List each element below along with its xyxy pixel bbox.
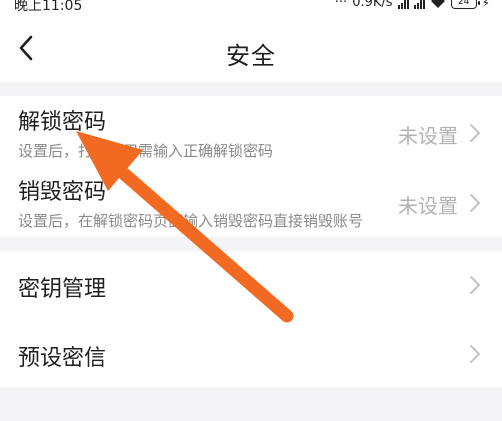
wifi-icon bbox=[430, 0, 445, 8]
destroy-password-description: 设置后，在解锁密码页面输入销毁密码直接销毁账号 bbox=[18, 212, 364, 230]
key-settings-card: 密钥管理 预设密信 bbox=[0, 251, 502, 387]
status-time: 晚上11:05 bbox=[14, 0, 83, 14]
destroy-password-row[interactable]: 销毁密码 设置后，在解锁密码页面输入销毁密码直接销毁账号 未设置 bbox=[0, 166, 502, 234]
network-speed: 0.9K/s bbox=[352, 0, 393, 10]
chevron-right-icon bbox=[470, 276, 480, 294]
signal-icon-2 bbox=[413, 0, 425, 9]
chevron-right-icon bbox=[470, 194, 480, 212]
signal-icon bbox=[397, 0, 409, 9]
status-indicators: ··· 0.9K/s 24 ⚡ bbox=[335, 0, 490, 10]
unlock-password-status: 未设置 bbox=[398, 124, 458, 148]
nav-bar: 安全 bbox=[0, 14, 502, 82]
charging-icon: ⚡ bbox=[481, 0, 490, 10]
key-management-row[interactable]: 密钥管理 bbox=[0, 251, 502, 319]
unlock-password-title: 解锁密码 bbox=[18, 110, 107, 135]
key-management-title: 密钥管理 bbox=[18, 277, 107, 302]
chevron-right-icon bbox=[470, 345, 480, 363]
status-bar: 晚上11:05 ··· 0.9K/s 24 ⚡ bbox=[0, 0, 502, 14]
preset-message-title: 预设密信 bbox=[18, 346, 107, 371]
page-title: 安全 bbox=[226, 42, 276, 70]
password-settings-card: 解锁密码 设置后，打开应用需输入正确解锁密码 未设置 销毁密码 设置后，在解锁密… bbox=[0, 96, 502, 237]
status-dots: ··· bbox=[334, 0, 348, 10]
preset-message-row[interactable]: 预设密信 bbox=[0, 319, 502, 387]
unlock-password-row[interactable]: 解锁密码 设置后，打开应用需输入正确解锁密码 未设置 bbox=[0, 96, 502, 164]
unlock-password-description: 设置后，打开应用需输入正确解锁密码 bbox=[18, 142, 274, 160]
destroy-password-title: 销毁密码 bbox=[18, 180, 107, 205]
battery-icon: 24 bbox=[450, 0, 480, 9]
destroy-password-status: 未设置 bbox=[398, 194, 458, 218]
chevron-right-icon bbox=[470, 124, 480, 142]
